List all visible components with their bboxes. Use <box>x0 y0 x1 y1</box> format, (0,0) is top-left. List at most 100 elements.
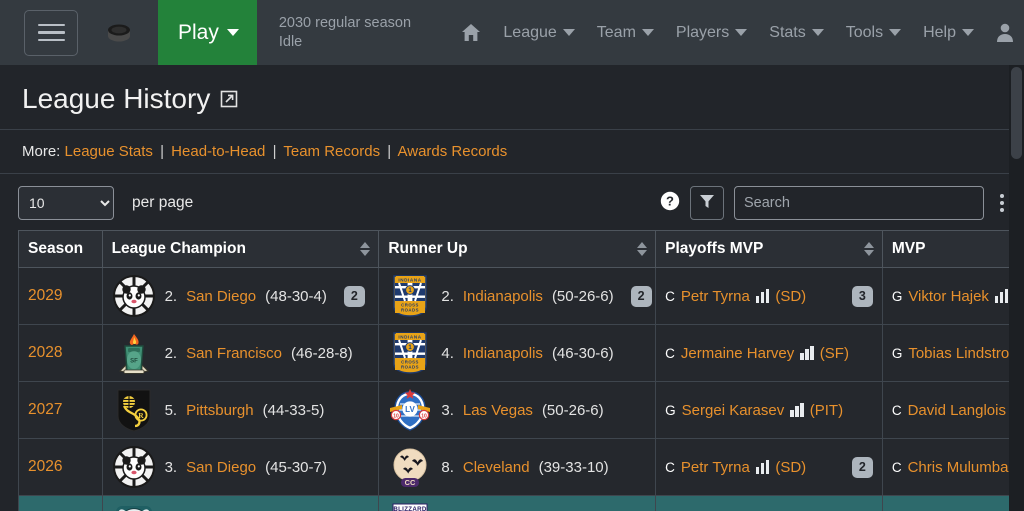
playoffs-mvp-team[interactable]: (SF) <box>820 345 849 362</box>
table-row[interactable]: 2025 Crabs 3. Baltimore (44-30-8) 3 BLIZ… <box>18 495 1024 511</box>
player-stats-chart-icon[interactable] <box>755 460 770 474</box>
playoffs-mvp-player-link[interactable]: Sergei Karasev <box>682 402 785 419</box>
nav-item-tools[interactable]: Tools <box>845 23 902 42</box>
sort-arrows-icon[interactable] <box>637 242 648 256</box>
runner-up-cell: INDIANA 1 CROSS ROADS 4. Indianapolis (4… <box>388 331 646 375</box>
nav-item-stats[interactable]: Stats <box>769 24 824 42</box>
table-row[interactable]: 2026 3. San Diego (45-30-7) CC 8. Clevel… <box>18 438 1024 496</box>
san-diego-panda-logo <box>112 274 156 318</box>
mvp-player-link[interactable]: Viktor Hajek <box>908 288 989 305</box>
playoffs-mvp-player-link[interactable]: Jermaine Harvey <box>681 345 794 362</box>
runner-up-team-link[interactable]: Las Vegas <box>463 402 533 419</box>
more-link-head-to-head[interactable]: Head-to-Head <box>171 143 265 160</box>
kebab-dot <box>1000 194 1004 198</box>
table-body: 2029 2. San Diego (48-30-4) 2 INDIANA 1 … <box>18 267 1024 511</box>
runner-up-team-link[interactable]: Indianapolis <box>463 345 543 362</box>
champion-seed: 3. <box>164 458 178 476</box>
runner-up-team-link[interactable]: Indianapolis <box>463 288 543 305</box>
column-header-runner-up[interactable]: Runner Up <box>378 230 657 268</box>
hamburger-menu-icon[interactable] <box>24 9 78 56</box>
vertical-scrollbar[interactable] <box>1009 65 1024 511</box>
svg-text:10: 10 <box>422 414 428 420</box>
user-avatar-icon[interactable] <box>996 23 1014 42</box>
svg-text:?: ? <box>666 193 674 208</box>
help-circle-icon[interactable]: ? <box>660 191 680 216</box>
playoffs-mvp-team[interactable]: (PIT) <box>810 402 843 419</box>
player-stats-chart-icon[interactable] <box>800 346 814 360</box>
pittsburgh-shield-logo: R <box>112 388 156 432</box>
cell-league-champion: 3. San Diego (45-30-7) <box>101 438 380 496</box>
champion-team-link[interactable]: San Diego <box>186 459 256 476</box>
nav-item-league[interactable]: League <box>503 24 575 42</box>
svg-text:CC: CC <box>405 478 416 487</box>
playoffs-mvp-position: G <box>665 402 676 418</box>
season-link[interactable]: 2027 <box>28 401 62 418</box>
sort-arrows-icon[interactable] <box>863 242 874 256</box>
player-stats-chart-icon[interactable] <box>790 403 804 417</box>
per-page-select[interactable]: 102550100 <box>18 186 114 220</box>
chevron-down-icon <box>735 29 748 36</box>
cell-playoffs-mvp: C Petr Tyrna (SD) 3 <box>655 267 883 325</box>
san-francisco-torch-logo: SF <box>112 331 156 375</box>
league-history-table: Season League Champion Runner Up Playoff… <box>18 230 1024 511</box>
search-input[interactable] <box>734 186 984 220</box>
runner-up-team-link[interactable]: Cleveland <box>463 459 530 476</box>
more-vertical-icon[interactable] <box>994 186 1010 220</box>
playoffs-mvp-player-link[interactable]: Petr Tyrna <box>681 288 750 305</box>
nav-item-label: Tools <box>845 23 884 41</box>
hockey-puck-icon[interactable] <box>102 10 136 56</box>
cell-season: 2025 <box>18 495 103 511</box>
external-link-icon[interactable] <box>220 90 238 108</box>
scrollbar-thumb[interactable] <box>1011 67 1022 159</box>
san-diego-panda-logo <box>112 445 156 489</box>
champion-record: (44-33-5) <box>262 401 325 419</box>
chevron-down-icon <box>811 29 824 36</box>
table-row[interactable]: 2028 SF 2. San Francisco (46-28-8) INDIA… <box>18 324 1024 382</box>
play-button[interactable]: Play <box>158 0 257 65</box>
sort-arrows-icon[interactable] <box>360 242 371 256</box>
column-header-mvp[interactable]: MVP <box>881 230 1024 268</box>
playoffs-mvp-team[interactable]: (SD) <box>775 288 806 305</box>
mvp-player-link[interactable]: Tobias Lindstrom <box>908 345 1021 362</box>
table-row[interactable]: 2027 R 5. Pittsburgh (44-33-5) LV 10 10 … <box>18 381 1024 439</box>
chevron-down-icon <box>562 29 575 36</box>
champion-team-link[interactable]: Pittsburgh <box>186 402 254 419</box>
season-link[interactable]: 2028 <box>28 344 62 361</box>
champion-cell: R 5. Pittsburgh (44-33-5) <box>112 388 370 432</box>
season-link[interactable]: 2026 <box>28 458 62 475</box>
nav-item-team[interactable]: Team <box>597 24 654 42</box>
more-link-team-records[interactable]: Team Records <box>283 143 380 160</box>
champion-team-link[interactable]: San Francisco <box>186 345 282 362</box>
column-header-league-champion[interactable]: League Champion <box>101 230 380 268</box>
chevron-down-icon <box>889 29 902 36</box>
cell-season: 2027 <box>18 381 103 439</box>
cell-season: 2026 <box>18 438 103 496</box>
player-stats-chart-icon[interactable] <box>755 289 770 303</box>
more-link-league-stats[interactable]: League Stats <box>65 143 153 160</box>
column-header-label: MVP <box>891 240 926 257</box>
cell-mvp: C David Langlois (DE <box>881 381 1024 439</box>
home-icon[interactable] <box>461 23 481 42</box>
table-row[interactable]: 2029 2. San Diego (48-30-4) 2 INDIANA 1 … <box>18 267 1024 325</box>
champion-cell: Crabs 3. Baltimore (44-30-8) 3 <box>112 502 370 511</box>
player-stats-chart-icon[interactable] <box>994 289 1009 303</box>
cell-runner-up: BLIZZARD 5. Minneapolis (42-31-9) <box>378 495 657 511</box>
table-header-row: Season League Champion Runner Up Playoff… <box>18 230 1024 268</box>
more-link-awards-records[interactable]: Awards Records <box>398 143 508 160</box>
column-header-playoffs-mvp[interactable]: Playoffs MVP <box>655 230 883 268</box>
mvp-player-link[interactable]: David Langlois <box>908 402 1006 419</box>
filter-button[interactable] <box>690 186 724 220</box>
champion-team-link[interactable]: San Diego <box>186 288 256 305</box>
runner-up-seed: 3. <box>441 401 454 419</box>
playoffs-mvp-team[interactable]: (SD) <box>775 459 806 476</box>
season-link[interactable]: 2029 <box>28 287 62 304</box>
playoffs-mvp-player-link[interactable]: Petr Tyrna <box>681 459 750 476</box>
cell-playoffs-mvp: W Tony Tremblay (BAL) <box>655 495 883 511</box>
nav-item-players[interactable]: Players <box>676 24 748 42</box>
nav-item-help[interactable]: Help <box>923 24 974 42</box>
per-page-label: per page <box>132 194 194 211</box>
runner-up-record: (46-30-6) <box>551 344 614 362</box>
column-header-season[interactable]: Season <box>18 230 103 268</box>
chevron-down-icon <box>962 29 974 36</box>
mvp-player-link[interactable]: Chris Mulumba <box>908 459 1009 476</box>
